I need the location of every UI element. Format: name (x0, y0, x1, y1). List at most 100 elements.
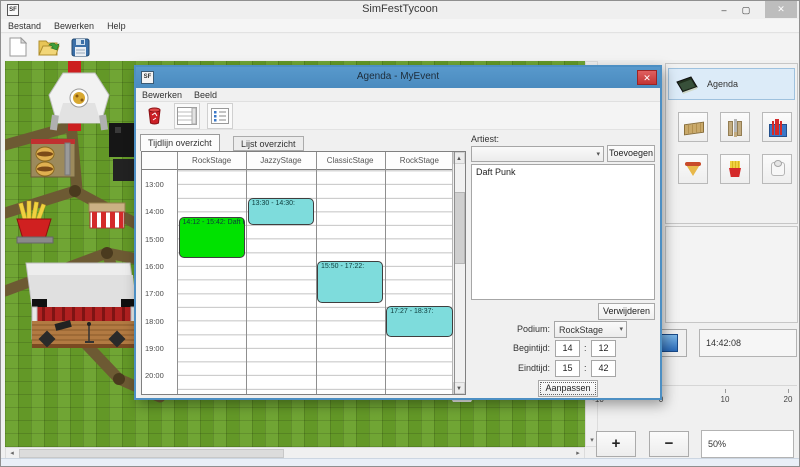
entrance-tent (49, 73, 109, 130)
timeline-hour-label: 16:00 (145, 262, 175, 271)
main-stage (26, 263, 136, 348)
timeline-column-line (385, 152, 386, 394)
add-artist-button[interactable]: Toevoegen (607, 145, 655, 162)
podium-combo-value: RockStage (559, 325, 603, 335)
open-folder-icon (38, 37, 60, 57)
burger-stand (31, 139, 75, 177)
stage-equipment (109, 123, 137, 181)
dialog-menu-bewerken[interactable]: Bewerken (142, 90, 182, 100)
open-file-button[interactable] (38, 36, 60, 58)
dialog-close-button[interactable]: ✕ (637, 70, 657, 85)
timeline-view-button[interactable] (174, 103, 200, 129)
zoom-level-field[interactable]: 50% (701, 430, 794, 458)
festival-gate-icon (725, 117, 745, 137)
dialog-menu-beeld[interactable]: Beeld (194, 90, 217, 100)
fries-icon (725, 159, 745, 179)
main-menubar: Bestand Bewerken Help (1, 19, 799, 33)
shop-item-festival-gate-button[interactable] (720, 112, 750, 142)
timeline-column-header: ClassicStage (316, 152, 385, 170)
timeline-hour-label: 14:00 (145, 207, 175, 216)
timeline-event[interactable]: 17:27 - 18:37: (386, 306, 452, 338)
tab-lijst-overzicht[interactable]: Lijst overzicht (233, 136, 304, 151)
timeline-scroll-thumb[interactable] (454, 192, 465, 264)
agenda-book-icon (675, 76, 699, 94)
remove-artist-button[interactable]: Verwijderen (598, 303, 655, 320)
blue-square-icon (660, 334, 678, 352)
slider-tick (725, 389, 726, 393)
shop-item-pizza-button[interactable] (678, 154, 708, 184)
chevron-down-icon: ▾ (596, 147, 600, 162)
timeline-hour-label: 15:00 (145, 235, 175, 244)
clock-display: 14:42:08 (699, 329, 797, 357)
start-minute-input[interactable]: 12 (591, 340, 616, 357)
trash-icon (147, 106, 162, 125)
end-hour-input[interactable]: 15 (555, 360, 580, 377)
main-toolbar (1, 34, 799, 60)
agenda-dialog: SF Agenda - MyEvent ✕ Bewerken Beeld (134, 65, 662, 400)
tab-tijdlijn-overzicht[interactable]: Tijdlijn overzicht (140, 134, 220, 151)
zoom-in-button[interactable]: + (596, 431, 636, 457)
new-file-button[interactable] (7, 36, 29, 58)
timeline-hour-label: 19:00 (145, 344, 175, 353)
timeline-hour-label: 18:00 (145, 317, 175, 326)
list-view-button[interactable] (207, 103, 233, 129)
timeline-event[interactable]: 14:12 - 15:42: Daft Punk (179, 217, 245, 258)
timeline-column-header: RockStage (177, 152, 246, 170)
shop-item-gift-button[interactable] (762, 112, 792, 142)
stage-floor-icon (683, 117, 703, 137)
timeline-column-line (246, 152, 247, 394)
save-button[interactable] (69, 36, 91, 58)
close-button[interactable]: ✕ (765, 1, 797, 18)
maximize-button[interactable]: ▢ (737, 3, 755, 17)
main-titlebar: SF SimFestTycoon – ▢ ✕ (1, 1, 799, 19)
dialog-title: Agenda - MyEvent (136, 71, 660, 82)
timeline-event[interactable]: 13:30 - 14:30: (248, 198, 314, 225)
shop-grid (678, 112, 794, 184)
timeline-event[interactable]: 15:50 - 17:22: (317, 261, 383, 303)
end-minute-input[interactable]: 42 (591, 360, 616, 377)
menu-bewerken[interactable]: Bewerken (54, 21, 94, 31)
end-time-label: Eindtijd: (471, 363, 550, 373)
apply-button[interactable]: Aanpassen (538, 380, 598, 397)
dialog-toolbar (136, 102, 660, 130)
zoom-out-button[interactable]: − (649, 431, 689, 457)
timeline-column-line (454, 152, 455, 394)
toilet-paper-icon (767, 159, 787, 179)
map-hscroll-thumb[interactable] (19, 449, 284, 458)
artist-listbox[interactable]: Daft Punk (471, 164, 655, 300)
delete-event-button[interactable] (141, 103, 167, 129)
start-hour-input[interactable]: 14 (555, 340, 580, 357)
end-time-colon: : (584, 363, 587, 373)
statusbar (1, 458, 799, 466)
shop-item-toilet-paper-button[interactable] (762, 154, 792, 184)
info-panel (665, 226, 798, 323)
artist-list-item[interactable]: Daft Punk (476, 167, 650, 177)
start-time-colon: : (584, 343, 587, 353)
podium-label: Podium: (471, 324, 550, 334)
slider-label: 10 (712, 395, 738, 404)
dialog-titlebar[interactable]: SF Agenda - MyEvent ✕ (136, 67, 660, 88)
main-window-title: SimFestTycoon (1, 3, 799, 15)
gift-icon (767, 117, 787, 137)
artist-label: Artiest: (471, 134, 499, 144)
timeline-table: RockStageJazzyStageClassicStageRockStage… (141, 151, 466, 395)
shop-item-fries-button[interactable] (720, 154, 750, 184)
save-floppy-icon (71, 38, 90, 57)
minimize-button[interactable]: – (715, 3, 733, 17)
main-window: SF SimFestTycoon – ▢ ✕ Bestand Bewerken … (0, 0, 800, 467)
sidebar-item-agenda[interactable]: Agenda (668, 68, 795, 100)
podium-combobox[interactable]: RockStage ▾ (554, 321, 627, 338)
fries-stand (17, 201, 53, 243)
menu-help[interactable]: Help (107, 21, 126, 31)
timeline-column-line (177, 152, 178, 394)
timeline-hour-label: 13:00 (145, 180, 175, 189)
shop-item-stage-floor-button[interactable] (678, 112, 708, 142)
chevron-down-icon: ▾ (619, 322, 623, 338)
slider-label: 20 (775, 395, 800, 404)
list-view-icon (211, 108, 229, 124)
artist-combobox[interactable]: ▾ (471, 146, 604, 162)
timeline-hour-label: 17:00 (145, 289, 175, 298)
build-panel: Agenda (665, 63, 798, 224)
menu-bestand[interactable]: Bestand (8, 21, 41, 31)
timeline-column-header: JazzyStage (246, 152, 315, 170)
